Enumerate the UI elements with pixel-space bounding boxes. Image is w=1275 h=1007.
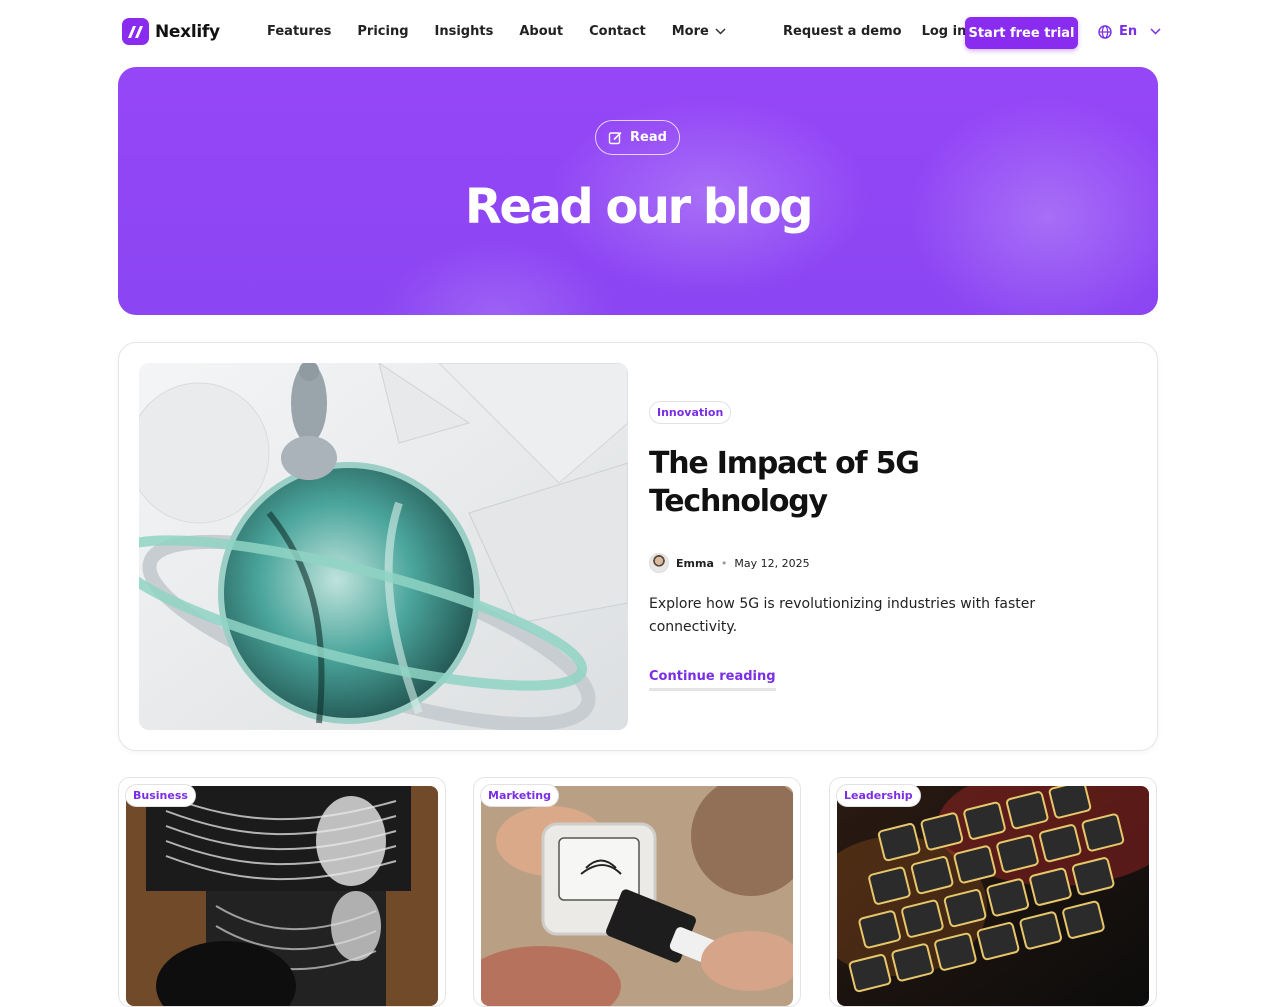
nav-contact[interactable]: Contact: [589, 24, 646, 39]
brand-name: Nexlify: [155, 21, 220, 42]
hero-badge-label: Read: [630, 130, 667, 145]
login-link[interactable]: Log in: [922, 24, 967, 39]
featured-post-card[interactable]: Innovation The Impact of 5G Technology E…: [118, 342, 1158, 751]
nav-pricing[interactable]: Pricing: [357, 24, 408, 39]
request-demo-link[interactable]: Request a demo: [783, 24, 902, 39]
nav-features[interactable]: Features: [267, 24, 331, 39]
category-tag[interactable]: Business: [125, 784, 196, 807]
continue-reading-link[interactable]: Continue reading: [649, 669, 776, 691]
language-selector[interactable]: En: [1098, 24, 1161, 39]
category-tag[interactable]: Marketing: [480, 784, 560, 807]
main-menu: Features Pricing Insights About Contact …: [267, 24, 752, 39]
author-name: Emma: [676, 556, 714, 570]
post-card[interactable]: Leadership: [829, 777, 1157, 1007]
post-card-image[interactable]: [481, 786, 793, 1006]
post-card-image[interactable]: [126, 786, 438, 1006]
globe-icon: [1098, 24, 1112, 39]
featured-post-title[interactable]: The Impact of 5G Technology: [649, 445, 1029, 521]
hero-badge: Read: [595, 120, 680, 155]
post-card-image[interactable]: [837, 786, 1149, 1006]
edit-icon: [608, 131, 622, 145]
post-card[interactable]: Marketing: [473, 777, 801, 1007]
chevron-down-icon: [1150, 28, 1161, 35]
post-card[interactable]: Business: [118, 777, 446, 1007]
post-meta: Emma • May 12, 2025: [649, 553, 810, 573]
nav-more-label: More: [671, 24, 709, 39]
start-free-trial-button[interactable]: Start free trial: [965, 17, 1078, 49]
page-title: Read our blog: [464, 179, 814, 235]
meta-separator: •: [720, 556, 728, 570]
author-avatar: [649, 553, 669, 573]
auth-links: Request a demo Log in: [783, 24, 966, 39]
blog-hero-banner: Read Read our blog: [118, 67, 1158, 315]
category-tag[interactable]: Leadership: [836, 784, 921, 807]
post-excerpt: Explore how 5G is revolutionizing indust…: [649, 596, 1036, 635]
nav-more[interactable]: More: [672, 24, 726, 39]
category-tag[interactable]: Innovation: [649, 401, 732, 424]
logo-mark-icon: [122, 18, 149, 45]
language-label: En: [1119, 24, 1138, 39]
chevron-down-icon: [715, 28, 726, 35]
featured-post-image[interactable]: [139, 363, 628, 730]
nav-about[interactable]: About: [519, 24, 563, 39]
top-navigation: Nexlify Features Pricing Insights About …: [0, 0, 1275, 66]
brand-logo[interactable]: Nexlify: [122, 18, 220, 45]
nav-insights[interactable]: Insights: [435, 24, 494, 39]
post-date: May 12, 2025: [734, 556, 810, 570]
